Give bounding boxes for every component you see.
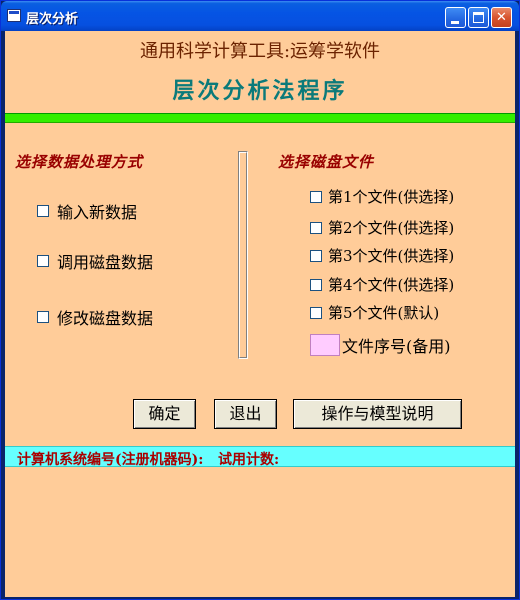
file-option-3[interactable]: 第3个文件(供选择) (310, 245, 454, 266)
checkbox[interactable] (310, 249, 322, 262)
option-label: 调用磁盘数据 (57, 253, 154, 272)
file-option-2[interactable]: 第2个文件(供选择) (310, 217, 454, 238)
app-subtitle: 通用科学计算工具:运筹学软件 (139, 41, 381, 62)
checkbox[interactable] (37, 205, 49, 217)
data-mode-section-title: 选择数据处理方式 (15, 153, 144, 171)
disk-file-section-title: 选择磁盘文件 (278, 153, 375, 171)
file-option-4[interactable]: 第4个文件(供选择) (310, 274, 454, 295)
window-title: 层次分析 (26, 12, 79, 27)
app-window: 层次分析 ✕ 通用科学计算工具:运筹学软件 层次分析法程序 选择数据处理方式 输… (0, 0, 520, 600)
app-title: 层次分析法程序 (172, 78, 348, 104)
checkbox[interactable] (37, 311, 49, 323)
file-label: 第2个文件(供选择) (328, 219, 455, 237)
file-sequence-label: 文件序号(备用) (342, 337, 451, 356)
checkbox[interactable] (310, 190, 322, 203)
maximize-icon (473, 12, 484, 23)
status-bar: 计算机系统编号(注册机器码): 试用计数: (5, 446, 515, 468)
file-option-5[interactable]: 第5个文件(默认) (310, 302, 439, 323)
checkbox[interactable] (310, 221, 322, 234)
close-button[interactable]: ✕ (491, 7, 512, 28)
checkbox[interactable] (310, 306, 322, 319)
option-label: 修改磁盘数据 (57, 309, 154, 328)
file-sequence-input[interactable] (310, 334, 340, 356)
confirm-button[interactable]: 确定 (133, 399, 196, 429)
maximize-button[interactable] (468, 7, 489, 28)
file-sequence-row: 文件序号(备用) (310, 333, 451, 357)
close-icon: ✕ (496, 10, 507, 25)
option-label: 输入新数据 (57, 203, 138, 222)
vertical-divider (238, 151, 248, 359)
option-edit-disk-data[interactable]: 修改磁盘数据 (37, 305, 153, 329)
checkbox[interactable] (310, 278, 322, 291)
checkbox[interactable] (37, 255, 49, 267)
minimize-icon (451, 21, 459, 24)
option-load-disk-data[interactable]: 调用磁盘数据 (37, 249, 153, 273)
file-label: 第5个文件(默认) (328, 304, 440, 322)
file-option-1[interactable]: 第1个文件(供选择) (310, 186, 454, 207)
title-bar[interactable]: 层次分析 ✕ (1, 1, 519, 31)
file-label: 第3个文件(供选择) (328, 247, 455, 265)
file-label: 第1个文件(供选择) (328, 188, 455, 206)
minimize-button[interactable] (445, 7, 466, 28)
app-icon (7, 9, 21, 22)
client-area: 通用科学计算工具:运筹学软件 层次分析法程序 选择数据处理方式 输入新数据 调用… (5, 31, 515, 597)
option-input-new-data[interactable]: 输入新数据 (37, 199, 137, 223)
header-separator-bar (5, 113, 515, 123)
file-label: 第4个文件(供选择) (328, 276, 455, 294)
status-text: 计算机系统编号(注册机器码): 试用计数: (17, 452, 280, 468)
help-button[interactable]: 操作与模型说明 (293, 399, 462, 429)
exit-button[interactable]: 退出 (214, 399, 277, 429)
